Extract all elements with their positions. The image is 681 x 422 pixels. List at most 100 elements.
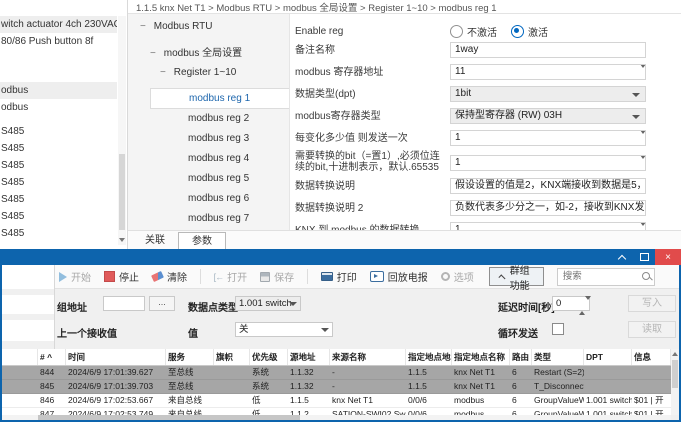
scroll-down-arrow-icon[interactable] bbox=[119, 238, 125, 242]
table-header-cell[interactable]: # ^ bbox=[38, 349, 66, 365]
table-row[interactable]: 844 2024/6/9 17:01:39.627 至总线 系统 1.1.32 … bbox=[2, 366, 671, 380]
cell-service: 至总线 bbox=[168, 367, 194, 377]
scrollbar-thumb[interactable] bbox=[119, 154, 125, 230]
tree-node-register[interactable]: modbus reg 7 bbox=[128, 209, 289, 229]
minimize-button[interactable] bbox=[611, 249, 633, 265]
close-button[interactable]: × bbox=[655, 249, 681, 265]
scroll-up-arrow-icon[interactable] bbox=[672, 352, 678, 356]
table-vertical-scrollbar[interactable] bbox=[671, 349, 679, 415]
device-list-item[interactable]: S485 bbox=[0, 208, 117, 225]
conv2-input[interactable]: 负数代表多少分之一，如-2，接收到KNX发过来的值是 bbox=[450, 200, 646, 216]
save-button[interactable]: 保存 bbox=[260, 269, 294, 284]
group-address-input[interactable] bbox=[103, 296, 145, 311]
tree-node-global-settings[interactable]: − modbus 全局设置 bbox=[150, 44, 242, 59]
delay-stepper[interactable]: 0 bbox=[552, 296, 591, 315]
stepper-arrows-icon[interactable] bbox=[634, 156, 645, 170]
tree-node-register[interactable]: modbus reg 3 bbox=[128, 129, 289, 149]
tab-relation[interactable]: 关联 bbox=[132, 232, 178, 249]
scrollbar-thumb[interactable] bbox=[672, 360, 678, 388]
cell-info bbox=[632, 366, 671, 379]
table-header-cell[interactable]: 源地址 bbox=[288, 349, 330, 365]
group-functions-button[interactable]: 群组功能 bbox=[488, 266, 544, 292]
device-list-item[interactable]: odbus bbox=[0, 82, 117, 99]
collapse-icon[interactable]: − bbox=[150, 48, 161, 59]
read-button[interactable]: 读取 bbox=[628, 321, 676, 338]
device-list-item[interactable]: 80/86 Push button 8f bbox=[0, 33, 117, 50]
stop-button[interactable]: 停止 bbox=[104, 269, 139, 284]
value-select[interactable]: 关 bbox=[235, 322, 333, 337]
stepper-arrows-icon[interactable] bbox=[634, 65, 645, 79]
table-header-cell[interactable]: 路由 bbox=[510, 349, 532, 365]
table-header-cell[interactable]: 信息 bbox=[632, 349, 671, 365]
search-input[interactable] bbox=[560, 269, 679, 284]
clear-button[interactable]: 清除 bbox=[151, 269, 187, 284]
search-icon[interactable] bbox=[642, 271, 651, 280]
table-header-cell[interactable]: 来源名称 bbox=[330, 349, 406, 365]
device-list-item[interactable]: S485 bbox=[0, 225, 117, 242]
device-list-item[interactable]: S485 bbox=[0, 174, 117, 191]
chevron-down-icon[interactable] bbox=[289, 302, 297, 306]
device-list-scrollbar[interactable] bbox=[118, 16, 126, 245]
table-row[interactable]: 846 2024/6/9 17:02:53.667 来自总线 低 1.1.5 k… bbox=[2, 394, 671, 408]
conv1-input[interactable]: 假设设置的值是2，KNX端接收到数据是5，modbus端 bbox=[450, 178, 646, 194]
chevron-down-icon[interactable] bbox=[632, 115, 640, 119]
tree-node-register[interactable]: modbus reg 4 bbox=[128, 149, 289, 169]
tree-node-register[interactable]: modbus reg 5 bbox=[128, 169, 289, 189]
collapse-icon[interactable]: − bbox=[160, 67, 171, 78]
radio-on-label[interactable]: 激活 bbox=[528, 28, 548, 39]
browse-button[interactable]: ... bbox=[149, 296, 175, 311]
chevron-down-icon[interactable] bbox=[632, 93, 640, 97]
table-header-cell[interactable]: 指定地点名称 bbox=[452, 349, 510, 365]
cyclic-send-checkbox[interactable] bbox=[552, 323, 564, 335]
device-list-item[interactable]: odbus bbox=[0, 99, 117, 116]
scrollbar-thumb[interactable] bbox=[38, 415, 300, 420]
table-header-cell[interactable]: 指定地点地址 bbox=[406, 349, 452, 365]
stepper-arrows-icon[interactable] bbox=[634, 131, 645, 145]
device-list-item[interactable]: S485 bbox=[0, 140, 117, 157]
replay-button[interactable]: 回放电报 bbox=[369, 269, 428, 284]
table-header-cell[interactable]: 服务 bbox=[166, 349, 214, 365]
start-button[interactable]: 开始 bbox=[59, 269, 91, 284]
chevron-down-icon[interactable] bbox=[321, 328, 329, 332]
group-functions-label: 群组功能 bbox=[509, 265, 530, 292]
note-input[interactable]: 1way bbox=[450, 42, 646, 58]
table-header-cell[interactable] bbox=[2, 349, 38, 365]
bits-stepper[interactable]: 1 bbox=[450, 155, 646, 171]
datapoint-type-select[interactable]: 1.001 switch bbox=[235, 296, 301, 311]
stepper-arrows-icon[interactable] bbox=[579, 296, 591, 315]
tree-node-register[interactable]: modbus reg 2 bbox=[128, 109, 289, 129]
reg-type-select[interactable]: 保持型寄存器 (RW) 03H bbox=[450, 108, 646, 124]
tree-node-register-range[interactable]: − Register 1~10 bbox=[160, 67, 236, 78]
device-list-item[interactable]: S485 bbox=[0, 123, 117, 140]
dpt-select[interactable]: 1bit bbox=[450, 86, 646, 102]
tree-node-modbus-rtu[interactable]: − Modbus RTU bbox=[140, 21, 213, 32]
tree-node-label: Register 1~10 bbox=[173, 67, 237, 78]
device-list-item[interactable]: S485 bbox=[0, 157, 117, 174]
table-header-cell[interactable]: 时间 bbox=[66, 349, 166, 365]
device-list-item[interactable]: witch actuator 4ch 230VAC 16A bbox=[0, 16, 117, 33]
table-header-cell[interactable]: 旗帜 bbox=[214, 349, 250, 365]
device-list-item[interactable]: S485 bbox=[0, 191, 117, 208]
write-button[interactable]: 写入 bbox=[628, 295, 676, 312]
open-button[interactable]: [← 打开 bbox=[214, 269, 248, 285]
radio-on[interactable] bbox=[511, 25, 524, 38]
tree-node-register[interactable]: modbus reg 1 bbox=[150, 88, 289, 109]
tab-parameter[interactable]: 参数 bbox=[178, 232, 226, 250]
radio-off[interactable] bbox=[450, 25, 463, 38]
table-header-cell[interactable]: DPT bbox=[584, 349, 632, 365]
maximize-button[interactable] bbox=[633, 249, 655, 265]
options-button[interactable]: 选项 bbox=[440, 269, 474, 284]
table-header-cell[interactable]: 优先级 bbox=[250, 349, 288, 365]
open-label: 打开 bbox=[227, 273, 248, 284]
print-label: 打印 bbox=[336, 273, 357, 284]
send-delta-stepper[interactable]: 1 bbox=[450, 130, 646, 146]
table-header-cell[interactable]: 类型 bbox=[532, 349, 584, 365]
radio-off-label[interactable]: 不激活 bbox=[467, 28, 497, 39]
tree-node-label: modbus reg 6 bbox=[188, 193, 250, 204]
tree-node-register[interactable]: modbus reg 6 bbox=[128, 189, 289, 209]
reg-addr-stepper[interactable]: 11 bbox=[450, 64, 646, 80]
table-horizontal-scrollbar[interactable] bbox=[2, 415, 671, 420]
table-row[interactable]: 845 2024/6/9 17:01:39.703 至总线 系统 1.1.32 … bbox=[2, 380, 671, 394]
print-button[interactable]: 打印 bbox=[320, 269, 357, 284]
collapse-icon[interactable]: − bbox=[140, 21, 151, 32]
